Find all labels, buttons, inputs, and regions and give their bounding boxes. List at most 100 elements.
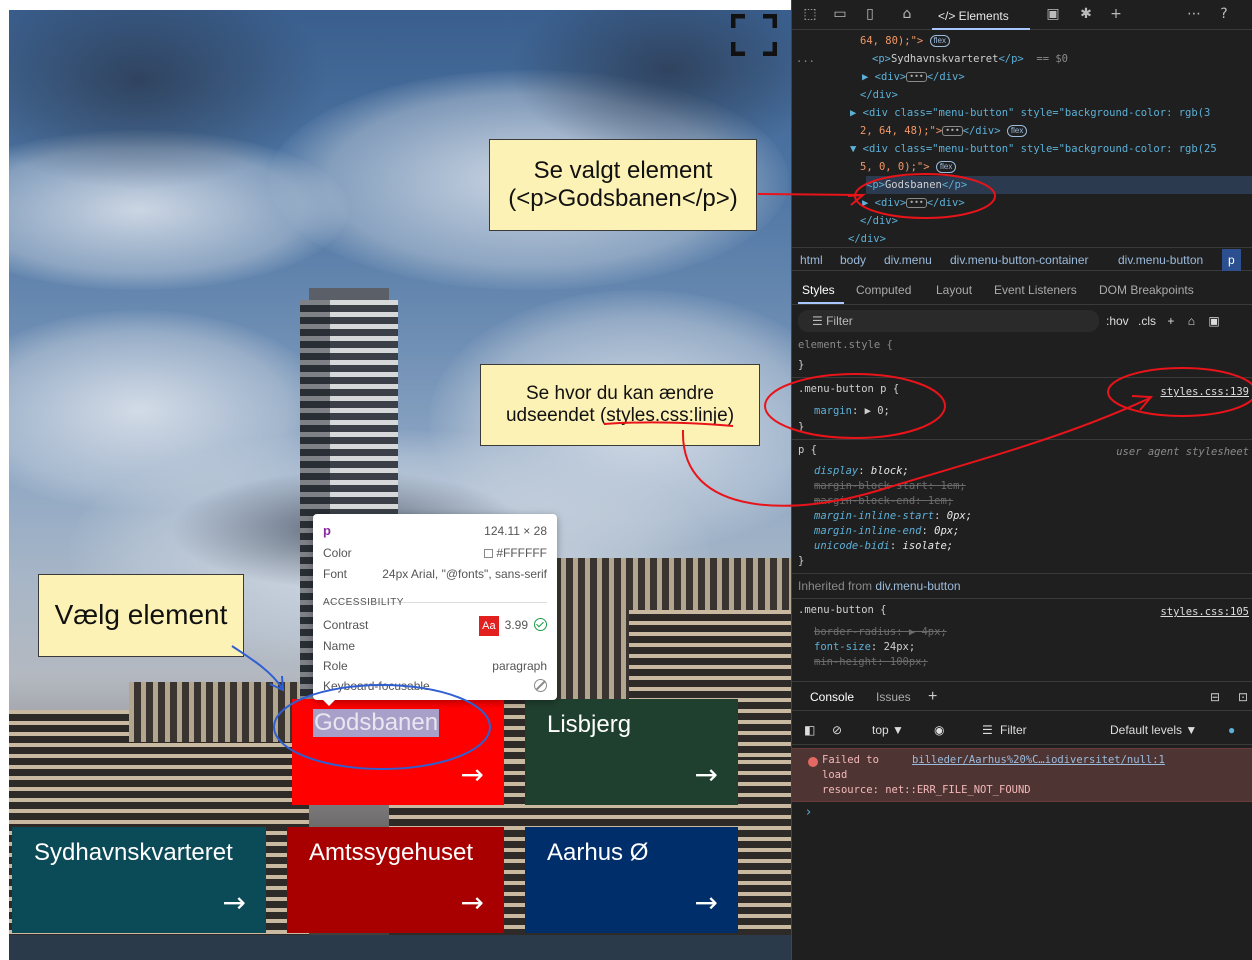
- css-declaration[interactable]: margin-inline-end: 0px;: [814, 524, 959, 539]
- rule-menu-button-selector[interactable]: .menu-button {: [798, 603, 887, 618]
- dom-line[interactable]: ...: [796, 50, 815, 68]
- console-filter-input[interactable]: Filter: [1000, 715, 1027, 745]
- tab-computed[interactable]: Computed: [856, 275, 911, 305]
- console-drawer-icon[interactable]: ▣: [1045, 6, 1061, 22]
- dom-line-godsbanen-selected[interactable]: <p>Godsbanen</p>: [866, 176, 1252, 194]
- breadcrumb-div-menu-button[interactable]: div.menu-button: [1118, 249, 1203, 271]
- css-declaration-overridden[interactable]: margin-block-end: 1em;: [814, 494, 953, 509]
- tab-styles[interactable]: Styles: [802, 275, 835, 305]
- breadcrumb-div-menu[interactable]: div.menu: [884, 249, 932, 271]
- sidebar-toggle-icon[interactable]: ▣: [1208, 314, 1219, 328]
- dock-icon[interactable]: ▯: [862, 6, 878, 22]
- tab-issues[interactable]: Issues: [876, 682, 911, 712]
- css-declaration[interactable]: display: block;: [814, 464, 909, 479]
- error-resource-link[interactable]: billeder/Aarhus%20%C…iodiversitet/null:1: [912, 753, 1165, 768]
- tooltip-name-label: Name: [323, 639, 356, 653]
- console-toolbar: ◧ ⊘ top ▼ ◉ ☰ Filter Default levels ▼ ●: [792, 715, 1252, 745]
- fullscreen-expand-icon[interactable]: [731, 14, 777, 56]
- issues-counter-icon[interactable]: ●: [1228, 715, 1235, 745]
- dom-line[interactable]: ▶ <div> ••• </div>: [862, 68, 965, 86]
- note-text: (<p>Godsbanen</p>): [508, 185, 738, 212]
- css-declaration-overridden[interactable]: min-height: 100px;: [814, 655, 928, 670]
- console-prompt[interactable]: ›: [806, 805, 811, 820]
- drawer-add-tab-plus-icon[interactable]: +: [928, 682, 937, 712]
- arrow-right-icon: →: [694, 886, 718, 919]
- dom-tree[interactable]: 64, 80);"> flex ... <p>Sydhavnskvarteret…: [792, 30, 1252, 245]
- new-rule-plus-icon[interactable]: +: [1167, 314, 1174, 328]
- inherited-from-label: Inherited from div.menu-button: [798, 579, 961, 593]
- tooltip-contrast-value: 3.99: [504, 618, 528, 632]
- tab-dom-breakpoints[interactable]: DOM Breakpoints: [1099, 275, 1194, 305]
- css-declaration[interactable]: margin: ▶ 0;: [814, 404, 890, 419]
- note-text: Vælg element: [54, 599, 228, 631]
- more-options-icon[interactable]: ⋯: [1186, 6, 1202, 22]
- source-link-styles-105[interactable]: styles.css:105: [1160, 605, 1249, 620]
- dom-line[interactable]: </div>: [860, 212, 898, 230]
- console-error-message: Failed to billeder/Aarhus%20%C…iodiversi…: [792, 748, 1252, 802]
- screenshot-stage: Godsbanen → Lisbjerg → Sydhavnskvarteret…: [0, 0, 1252, 960]
- rule-p-selector[interactable]: p {: [798, 443, 817, 458]
- menu-button-aarhus-o[interactable]: Aarhus Ø →: [525, 827, 738, 933]
- dom-line[interactable]: ▶ <div> ••• </div>: [862, 194, 965, 212]
- css-declaration[interactable]: margin-inline-start: 0px;: [814, 509, 972, 524]
- tooltip-size: 124.11 × 28: [484, 524, 547, 538]
- dom-line[interactable]: 5, 0, 0);"> flex: [860, 158, 957, 176]
- user-agent-stylesheet-label: user agent stylesheet: [1116, 446, 1249, 458]
- tab-layout[interactable]: Layout: [936, 275, 972, 305]
- inherited-from-link[interactable]: div.menu-button: [875, 579, 960, 593]
- tooltip-font-label: Font: [323, 567, 348, 581]
- home-icon[interactable]: ⌂: [899, 6, 915, 22]
- tab-console[interactable]: Console: [810, 682, 854, 712]
- menu-button-amtssygehuset[interactable]: Amtssygehuset →: [287, 827, 504, 933]
- help-icon[interactable]: ?: [1216, 6, 1232, 22]
- css-declaration-overridden[interactable]: border-radius: ▶ 4px;: [814, 625, 947, 640]
- inspect-element-icon[interactable]: ⬚: [802, 6, 818, 22]
- bug-icon[interactable]: ✱: [1078, 6, 1094, 22]
- menu-button-sydhavnskvarteret[interactable]: Sydhavnskvarteret →: [12, 827, 266, 933]
- menu-button-label: Amtssygehuset: [309, 839, 474, 866]
- arrow-right-icon: →: [694, 758, 718, 791]
- dom-line[interactable]: 2, 64, 48);"> ••• </div> flex: [860, 122, 1028, 140]
- breadcrumb-div-menu-button-container[interactable]: div.menu-button-container: [950, 249, 1089, 271]
- cls-toggle[interactable]: .cls: [1138, 314, 1156, 328]
- device-toolbar-icon[interactable]: ▭: [832, 6, 848, 22]
- color-swatch-icon: [484, 549, 494, 558]
- rule-menu-button-p-selector[interactable]: .menu-button p {: [798, 382, 899, 397]
- breadcrumb-html[interactable]: html: [800, 249, 823, 271]
- menu-button-godsbanen[interactable]: Godsbanen →: [292, 699, 504, 805]
- check-circle-icon: [534, 618, 547, 631]
- tooltip-role-label: Role: [323, 659, 348, 673]
- note-see-selected: Se valgt element (<p>Godsbanen</p>): [489, 139, 757, 231]
- dom-line[interactable]: ▼ <div class="menu-button" style="backgr…: [850, 140, 1217, 158]
- css-declaration-overridden[interactable]: margin-block-start: 1em;: [814, 479, 966, 494]
- hov-toggle[interactable]: :hov: [1106, 314, 1129, 328]
- breadcrumb-body[interactable]: body: [840, 249, 866, 271]
- context-select[interactable]: top ▼: [872, 715, 904, 745]
- live-expression-eye-icon[interactable]: ◉: [934, 715, 944, 745]
- styles-filter-tools: :hov .cls + ⌂ ▣: [1106, 310, 1220, 332]
- tab-elements[interactable]: </> Elements: [938, 4, 1009, 28]
- source-link-styles-139[interactable]: styles.css:139: [1160, 385, 1249, 400]
- log-levels-select[interactable]: Default levels ▼: [1110, 715, 1197, 745]
- css-declaration[interactable]: font-size: 24px;: [814, 640, 915, 655]
- clear-console-icon[interactable]: ⊘: [832, 715, 842, 745]
- dom-line[interactable]: 64, 80);"> flex: [860, 32, 950, 50]
- more-tabs-plus-icon[interactable]: +: [1108, 6, 1124, 22]
- console-sidebar-icon[interactable]: ◧: [804, 715, 815, 745]
- styles-filter-input[interactable]: ☰ Filter: [798, 310, 1099, 332]
- dock-drawer-icon[interactable]: ⊟: [1210, 682, 1220, 712]
- paint-icon[interactable]: ⌂: [1188, 314, 1195, 328]
- note-text: udseendet (styles.css:linje): [505, 405, 735, 426]
- not-focusable-icon: [534, 679, 547, 692]
- tab-event-listeners[interactable]: Event Listeners: [994, 275, 1077, 305]
- breadcrumb-p[interactable]: p: [1222, 249, 1241, 271]
- dom-line[interactable]: ▶ <div class="menu-button" style="backgr…: [850, 104, 1210, 122]
- dom-line[interactable]: </div>: [860, 86, 898, 104]
- close-drawer-icon[interactable]: ⊡: [1238, 682, 1248, 712]
- dom-line-sydhavnskvarteret[interactable]: <p>Sydhavnskvarteret</p> == $0: [872, 50, 1068, 68]
- tooltip-color-label: Color: [323, 546, 352, 560]
- css-declaration[interactable]: unicode-bidi: isolate;: [814, 539, 953, 554]
- menu-button-lisbjerg[interactable]: Lisbjerg →: [525, 699, 738, 805]
- dom-line[interactable]: </div>: [848, 230, 886, 248]
- element-style-selector[interactable]: element.style {: [798, 338, 893, 353]
